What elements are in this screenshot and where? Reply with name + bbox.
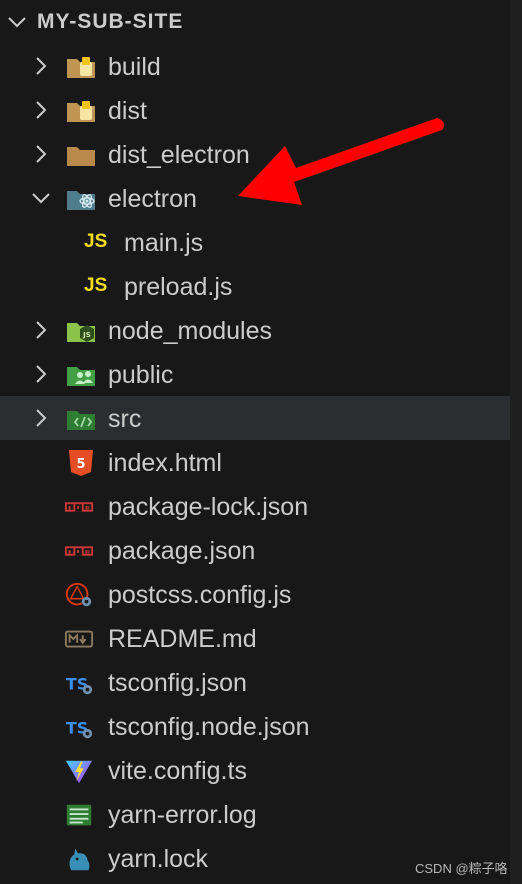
chevron-right-icon[interactable] — [30, 363, 52, 385]
folder-public-icon — [67, 367, 95, 386]
tree-item-label: tsconfig.node.json — [108, 713, 310, 741]
tree-item-label: yarn-error.log — [108, 801, 257, 829]
npm-icon — [64, 502, 94, 512]
postcss-icon — [65, 582, 92, 607]
tree-item-label: vite.config.ts — [108, 757, 247, 785]
file-explorer: MY-SUB-SITE build dist dist_electron ele… — [0, 0, 510, 884]
html5-icon: 5 — [69, 450, 93, 476]
tree-item-tsconfig-node-json[interactable]: TS tsconfig.node.json — [0, 704, 510, 748]
tree-item-label: build — [108, 53, 161, 81]
tree-item-label: electron — [108, 185, 197, 213]
tree-item-label: dist — [108, 97, 147, 125]
scrollbar-track[interactable] — [510, 0, 522, 884]
tree-item-preload-js[interactable]: JS preload.js — [0, 264, 510, 308]
tree-item-label: tsconfig.json — [108, 669, 247, 697]
tree-item-tsconfig-json[interactable]: TS tsconfig.json — [0, 660, 510, 704]
tree-item-public[interactable]: public — [0, 352, 510, 396]
tree-item-main-js[interactable]: JS main.js — [0, 220, 510, 264]
tree-item-label: dist_electron — [108, 141, 250, 169]
folder-icon — [67, 147, 95, 166]
folder-src-icon — [67, 411, 95, 430]
tree-item-dist[interactable]: dist — [0, 88, 510, 132]
tree-item-label: node_modules — [108, 317, 273, 345]
workspace-title: MY-SUB-SITE — [37, 10, 184, 33]
chevron-right-icon[interactable] — [30, 407, 52, 429]
javascript-icon: JS — [84, 275, 108, 296]
tree-item-postcss-config-js[interactable]: postcss.config.js — [0, 572, 510, 616]
tree-item-label: package-lock.json — [108, 493, 309, 521]
chevron-right-icon[interactable] — [30, 99, 52, 121]
tree-item-label: package.json — [108, 537, 256, 565]
tree-item-build[interactable]: build — [0, 44, 510, 88]
watermark: CSDN @粽子咯 — [415, 861, 508, 876]
markdown-icon — [64, 630, 94, 648]
tree-item-label: yarn.lock — [108, 845, 209, 873]
tree-item-label: preload.js — [124, 273, 233, 301]
tree-item-node-modules[interactable]: JS node_modules — [0, 308, 510, 352]
yarn-icon — [69, 848, 90, 871]
folder-node-icon: JS — [67, 323, 95, 342]
tree-item-dist-electron[interactable]: dist_electron — [0, 132, 510, 176]
tree-item-index-html[interactable]: 5 index.html — [0, 440, 510, 484]
vite-icon — [65, 760, 93, 784]
tree-item-yarn-error-log[interactable]: yarn-error.log — [0, 792, 510, 836]
chevron-right-icon[interactable] — [30, 55, 52, 77]
chevron-right-icon[interactable] — [30, 319, 52, 341]
tree-item-label: public — [108, 361, 174, 389]
tree-item-label: main.js — [124, 229, 204, 257]
folder-build-icon — [67, 57, 95, 78]
javascript-icon: JS — [84, 231, 108, 252]
tree-item-readme-md[interactable]: README.md — [0, 616, 510, 660]
chevron-right-icon[interactable] — [30, 143, 52, 165]
chevron-down-icon[interactable] — [30, 187, 52, 209]
tsconfig-icon: TS — [66, 675, 93, 695]
tree-item-vite-config-ts[interactable]: vite.config.ts — [0, 748, 510, 792]
tree-item-package-lock-json[interactable]: package-lock.json — [0, 484, 510, 528]
svg-text:5: 5 — [76, 457, 85, 472]
explorer-section-header[interactable]: MY-SUB-SITE — [0, 0, 510, 44]
log-icon — [66, 804, 92, 826]
tsconfig-icon: TS — [66, 719, 93, 739]
folder-electron-icon — [67, 191, 95, 210]
npm-icon — [64, 546, 94, 556]
folder-dist-icon — [67, 101, 95, 122]
tree-item-label: src — [108, 405, 142, 433]
tree-item-src[interactable]: src — [0, 396, 510, 440]
svg-text:JS: JS — [82, 331, 91, 339]
chevron-down-icon[interactable] — [6, 11, 28, 33]
tree-item-label: postcss.config.js — [108, 581, 292, 609]
tree-item-electron[interactable]: electron — [0, 176, 510, 220]
tree-item-label: README.md — [108, 625, 257, 653]
tree-item-package-json[interactable]: package.json — [0, 528, 510, 572]
tree-item-label: index.html — [108, 449, 222, 477]
